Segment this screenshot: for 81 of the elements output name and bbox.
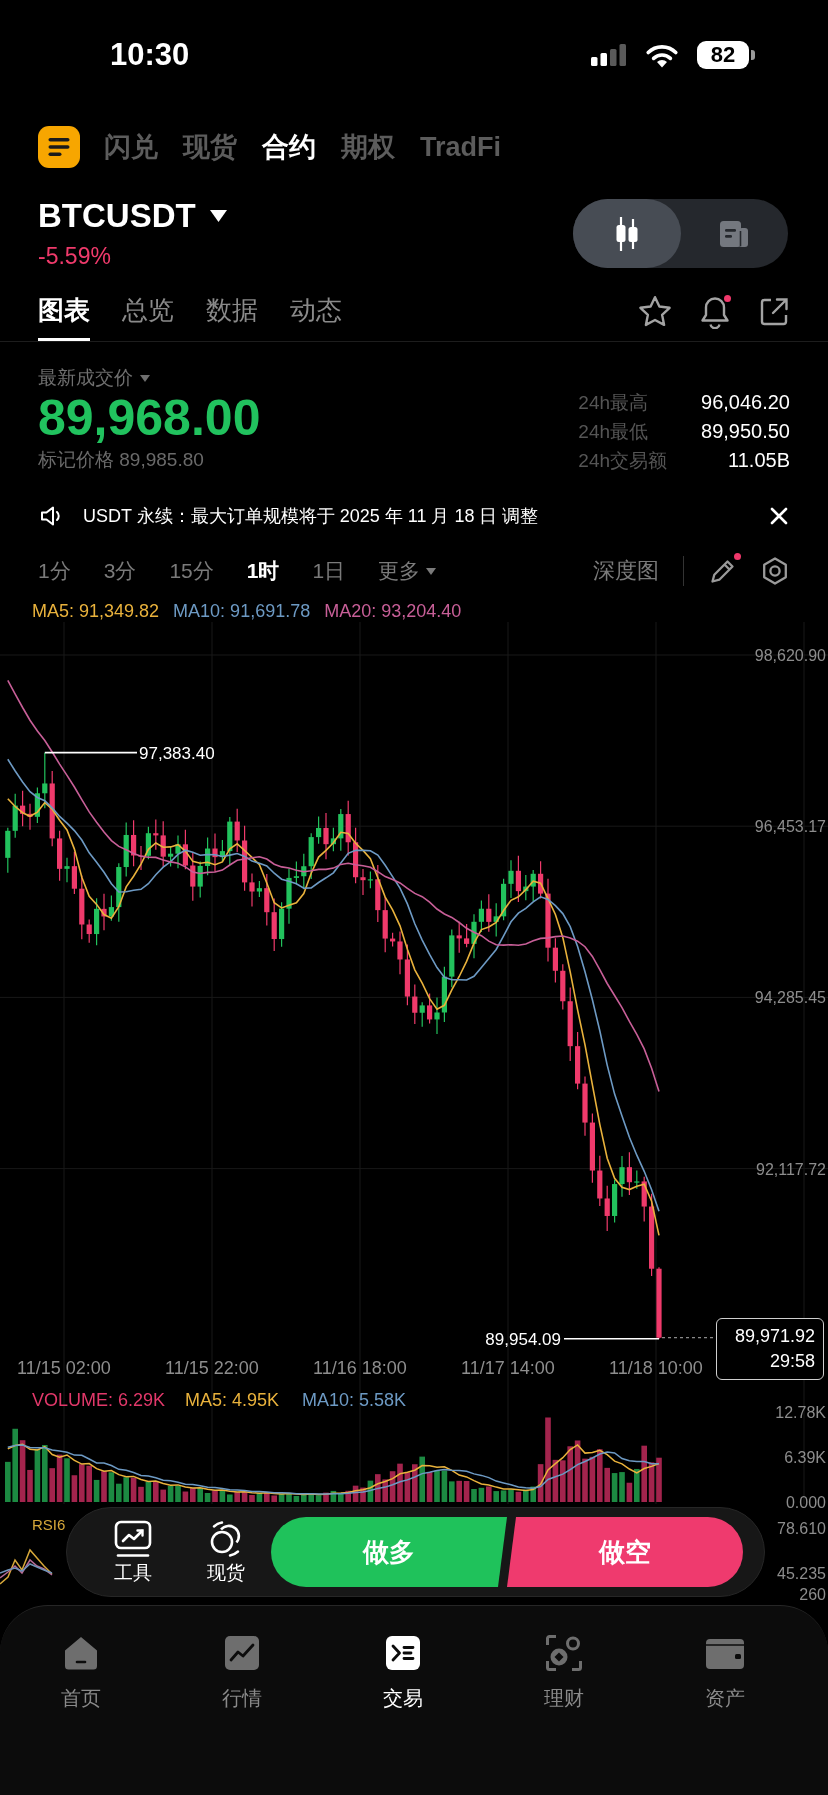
moving-average-value: MA5: 91,349.82 xyxy=(32,600,160,622)
symbol-selector[interactable]: BTCUSDT xyxy=(38,196,227,236)
last-price-line xyxy=(661,1337,716,1339)
rsi-axis-label: 78.610 xyxy=(777,1520,826,1537)
product-tab[interactable]: 期权 xyxy=(341,130,395,164)
product-tab[interactable]: 现货 xyxy=(183,130,237,164)
product-tab[interactable]: TradFi xyxy=(420,130,501,164)
share-icon[interactable] xyxy=(758,295,790,328)
menu-icon[interactable] xyxy=(38,126,80,168)
stat-value: 89,950.50 xyxy=(701,419,790,444)
product-tab[interactable]: 闪兑 xyxy=(104,130,158,164)
last-price-value: 89,971.92 xyxy=(734,1325,815,1348)
time-axis-label: 11/15 22:00 xyxy=(165,1358,259,1378)
candle-countdown: 29:58 xyxy=(769,1350,815,1373)
document-icon xyxy=(720,219,749,248)
stat-value: 11.05B xyxy=(727,448,790,473)
interval-tab[interactable]: 1日 xyxy=(312,558,346,584)
short-button[interactable]: 做空 xyxy=(507,1517,743,1587)
time-axis-label: 11/16 18:00 xyxy=(313,1358,407,1378)
candlestick-icon xyxy=(613,215,640,252)
coin-scan-icon xyxy=(543,1633,584,1673)
star-icon[interactable] xyxy=(638,295,672,328)
rsi-axis-label: 45.235 xyxy=(777,1565,826,1582)
time-axis-label: 11/15 02:00 xyxy=(17,1358,111,1378)
depth-chart-button[interactable]: 深度图 xyxy=(592,558,659,584)
product-tab[interactable]: 合约 xyxy=(262,130,316,164)
price-axis-label: 98,620.90 xyxy=(754,647,826,664)
nav-tab[interactable]: 交易 xyxy=(322,1633,483,1710)
rsi-lines-drawing xyxy=(0,1548,53,1585)
stat-label: 24h最低 xyxy=(578,420,649,444)
spot-button[interactable]: 现货 xyxy=(191,1520,261,1584)
last-price: 89,968.00 xyxy=(38,391,261,445)
volume-legend-value: MA10: 5.58K xyxy=(302,1390,407,1410)
bell-icon[interactable] xyxy=(699,294,731,329)
notice-text: USDT 永续：最大订单规模将于 2025 年 11 月 18 日 调整 xyxy=(83,505,539,528)
stat-label: 24h最高 xyxy=(578,391,649,415)
interval-tab[interactable]: 1分 xyxy=(38,558,71,584)
low-price-label: 89,954.09 xyxy=(485,1329,561,1349)
caret-icon xyxy=(426,567,437,575)
caret-icon xyxy=(140,374,150,382)
stat-value: 96,046.20 xyxy=(701,390,790,415)
rsi-axis-label: 260 xyxy=(799,1586,826,1603)
time-axis-label: 11/17 14:00 xyxy=(461,1358,555,1378)
price-type-selector[interactable]: 最新成交价 xyxy=(38,368,150,388)
rsi-legend: RSI6 xyxy=(32,1516,66,1533)
moving-average-value: MA10: 91,691.78 xyxy=(173,600,311,622)
nav-tab[interactable]: 理财 xyxy=(483,1633,644,1710)
wifi-icon xyxy=(645,42,679,68)
price-change: -5.59% xyxy=(38,243,111,269)
mark-price: 标记价格 89,985.80 xyxy=(38,449,204,471)
time-axis-label: 11/18 10:00 xyxy=(609,1358,703,1378)
stat-label: 24h交易额 xyxy=(578,449,667,473)
nav-tab[interactable]: 资产 xyxy=(644,1633,805,1710)
volume-legend-value: VOLUME: 6.29K xyxy=(32,1390,166,1410)
interval-tab[interactable]: 3分 xyxy=(103,558,137,584)
volume-axis-label: 6.39K xyxy=(784,1449,826,1466)
signal-icon xyxy=(591,44,627,66)
high-price-label: 97,383.40 xyxy=(139,743,215,763)
nav-tab[interactable]: 行情 xyxy=(161,1633,322,1710)
detail-tab[interactable]: 图表 xyxy=(38,293,90,341)
detail-tab[interactable]: 动态 xyxy=(290,293,342,341)
detail-tab[interactable]: 数据 xyxy=(206,293,258,341)
chart-board-icon xyxy=(113,1520,153,1558)
volume-axis-label: 0.000 xyxy=(785,1494,826,1511)
battery-indicator: 82 xyxy=(697,41,755,69)
close-icon[interactable] xyxy=(770,507,788,525)
status-time: 10:30 xyxy=(110,38,190,74)
volume-legend-value: MA5: 4.95K xyxy=(185,1390,280,1410)
detail-tab[interactable]: 总览 xyxy=(122,293,174,341)
nav-tab[interactable]: 首页 xyxy=(0,1633,161,1710)
tools-button[interactable]: 工具 xyxy=(98,1520,168,1584)
more-dropdown[interactable]: 更多 xyxy=(378,558,437,584)
price-axis-label: 94,285.45 xyxy=(754,989,826,1007)
interval-tab[interactable]: 1时 xyxy=(246,558,280,584)
settings-icon[interactable] xyxy=(760,556,790,586)
price-axis-label: 96,453.17 xyxy=(754,818,826,836)
moving-average-value: MA20: 93,204.40 xyxy=(324,600,462,622)
caret-icon xyxy=(209,210,227,222)
interval-tab[interactable]: 15分 xyxy=(169,558,214,584)
price-axis-label: 92,117.72 xyxy=(756,1160,826,1178)
volume-axis-label: 12.78K xyxy=(775,1404,826,1421)
